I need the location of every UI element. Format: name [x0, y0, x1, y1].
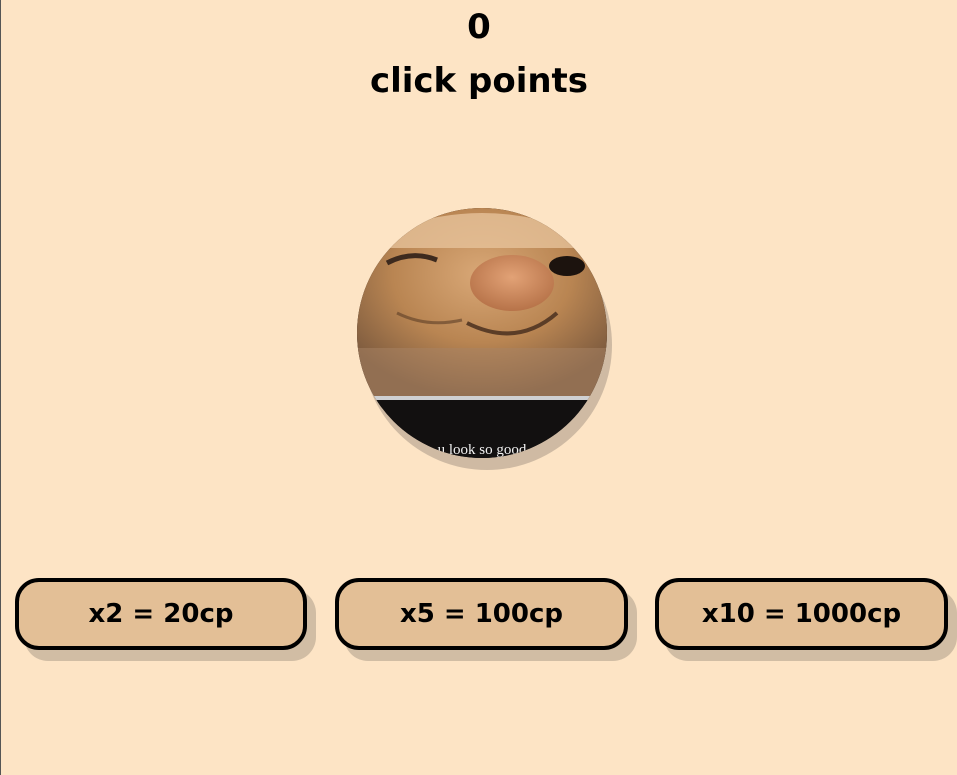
clicker-caption: u look so good: [438, 442, 527, 458]
upgrade-x10-button[interactable]: x10 = 1000cp: [655, 578, 948, 650]
upgrade-x5-button[interactable]: x5 = 100cp: [335, 578, 628, 650]
clicker-cat-button[interactable]: u look so good: [357, 208, 607, 458]
score-counter: 0: [467, 7, 491, 47]
upgrade-x2-button[interactable]: x2 = 20cp: [15, 578, 307, 650]
cat-face-image: u look so good: [357, 208, 607, 458]
score-unit-label: click points: [369, 61, 589, 101]
